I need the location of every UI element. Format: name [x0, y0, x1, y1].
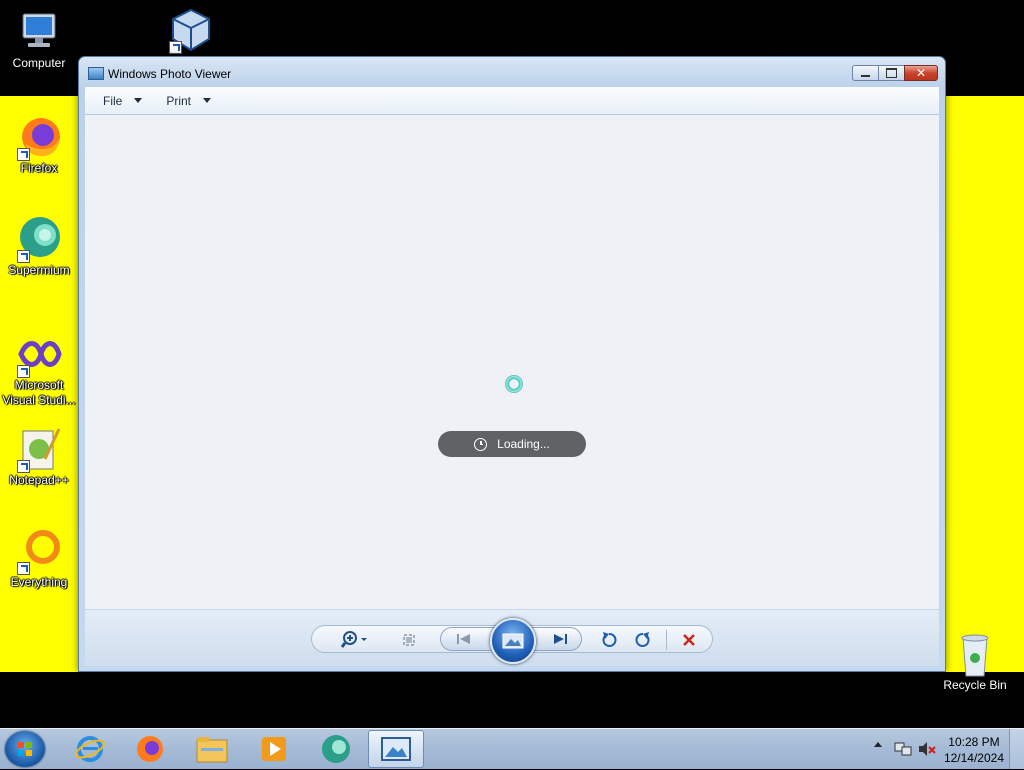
taskbar-media-player[interactable] [246, 730, 302, 768]
separator [666, 630, 667, 650]
caption-buttons: ✕ [852, 65, 938, 83]
taskbar-file-explorer[interactable] [184, 730, 240, 768]
zoom-button[interactable] [340, 630, 370, 650]
desktop-icon-label: Recycle Bin [943, 678, 1007, 692]
clock-icon [474, 437, 488, 451]
loading-indicator: Loading... [438, 431, 586, 457]
desktop-icon-visual-studio[interactable]: Microsoft Visual Studi... [0, 330, 78, 408]
loading-spinner-icon [505, 375, 523, 393]
visual-studio-icon [15, 330, 63, 378]
desktop-icon-notepadpp[interactable]: Notepad++ [0, 425, 78, 488]
desktop-icon-firefox[interactable]: Firefox [0, 113, 78, 176]
desktop-icon-label: Supermium [8, 263, 70, 277]
show-hidden-icons-button[interactable] [874, 742, 882, 747]
shortcut-arrow-icon [17, 148, 30, 161]
shortcut-arrow-icon [17, 460, 30, 473]
rotate-clockwise-button[interactable] [632, 630, 654, 650]
desktop-icon-recycle-bin[interactable]: Recycle Bin [936, 630, 1014, 693]
network-icon [894, 742, 912, 756]
internet-explorer-icon [75, 736, 105, 762]
playback-controls [311, 618, 713, 664]
taskbar-supermium[interactable] [308, 730, 364, 768]
previous-icon [457, 634, 470, 644]
desktop-icon-label: Computer [12, 56, 66, 70]
next-button[interactable] [549, 629, 571, 649]
network-button[interactable] [894, 741, 912, 760]
volume-button[interactable] [918, 741, 936, 760]
desktop-icon-label: Microsoft Visual Studi... [2, 378, 76, 407]
window-title: Windows Photo Viewer [108, 67, 232, 81]
firefox-icon [15, 113, 63, 161]
computer-icon [15, 8, 63, 56]
taskbar-firefox[interactable] [122, 730, 178, 768]
minimize-icon [861, 75, 870, 77]
menu-bar: File Print [85, 87, 939, 115]
desktop-icon-computer[interactable]: Computer [0, 8, 78, 71]
recycle-bin-icon [951, 630, 999, 678]
minimize-button[interactable] [852, 65, 878, 81]
volume-muted-icon [919, 742, 936, 756]
photo-viewer-icon [88, 67, 104, 80]
maximize-icon [886, 68, 897, 78]
chevron-down-icon [203, 98, 212, 103]
rotate-right-icon [635, 632, 650, 647]
firefox-icon [137, 736, 163, 762]
taskbar-photo-viewer[interactable] [368, 730, 424, 768]
next-icon [554, 634, 567, 644]
actual-size-button[interactable] [398, 630, 420, 650]
delete-button[interactable] [678, 630, 700, 650]
shortcut-arrow-icon [17, 250, 30, 263]
virtualbox-icon [167, 6, 215, 54]
photo-viewer-window: Windows Photo Viewer ✕ File Print Loadin… [78, 56, 946, 672]
menu-print-label: Print [166, 93, 192, 108]
desktop-icon-label: Firefox [20, 161, 58, 175]
media-player-icon [262, 737, 286, 761]
rotate-counterclockwise-button[interactable] [598, 630, 620, 650]
desktop-icon-label: Everything [10, 575, 68, 589]
image-viewport: Loading... [85, 115, 939, 609]
menu-print[interactable]: Print [166, 93, 212, 108]
clock-time: 10:28 PM [948, 735, 1000, 749]
file-explorer-icon [196, 737, 228, 763]
desktop-icon-label: Notepad++ [9, 473, 69, 487]
shortcut-arrow-icon [17, 365, 30, 378]
everything-icon [15, 527, 63, 575]
slideshow-button[interactable] [490, 618, 536, 664]
close-icon: ✕ [915, 66, 927, 80]
supermium-icon [15, 215, 63, 263]
previous-button[interactable] [453, 629, 475, 649]
clock-date: 12/14/2024 [943, 751, 1004, 765]
notepadpp-icon [15, 425, 63, 473]
delete-icon [683, 634, 695, 646]
controls-bar [85, 610, 939, 666]
system-tray: 10:28 PM 12/14/2024 [864, 729, 1024, 769]
start-button[interactable] [5, 731, 45, 767]
chevron-down-icon [134, 98, 143, 103]
taskbar-internet-explorer[interactable] [62, 730, 118, 768]
photo-viewer-icon [381, 737, 411, 761]
chevron-up-icon [874, 742, 882, 747]
rotate-left-icon [602, 632, 617, 647]
menu-file[interactable]: File [103, 93, 143, 108]
show-desktop-button[interactable] [1009, 729, 1024, 769]
desktop-icon-virtualbox[interactable] [152, 6, 230, 54]
desktop-icon-everything[interactable]: Everything [0, 527, 78, 590]
windows-logo-icon [18, 742, 32, 756]
loading-text: Loading... [497, 437, 550, 451]
clock[interactable]: 10:28 PM 12/14/2024 [944, 734, 1004, 766]
actual-size-icon [403, 634, 415, 646]
title-bar[interactable]: Windows Photo Viewer ✕ [79, 57, 945, 87]
desktop-icon-supermium[interactable]: Supermium [0, 215, 78, 278]
close-button[interactable]: ✕ [904, 65, 938, 81]
supermium-icon [322, 735, 350, 763]
menu-file-label: File [103, 93, 123, 108]
slideshow-icon [502, 633, 524, 649]
shortcut-arrow-icon [17, 562, 30, 575]
shortcut-arrow-icon [169, 41, 182, 54]
zoom-icon [340, 631, 367, 648]
taskbar: 10:28 PM 12/14/2024 [0, 728, 1024, 769]
maximize-button[interactable] [878, 65, 904, 81]
